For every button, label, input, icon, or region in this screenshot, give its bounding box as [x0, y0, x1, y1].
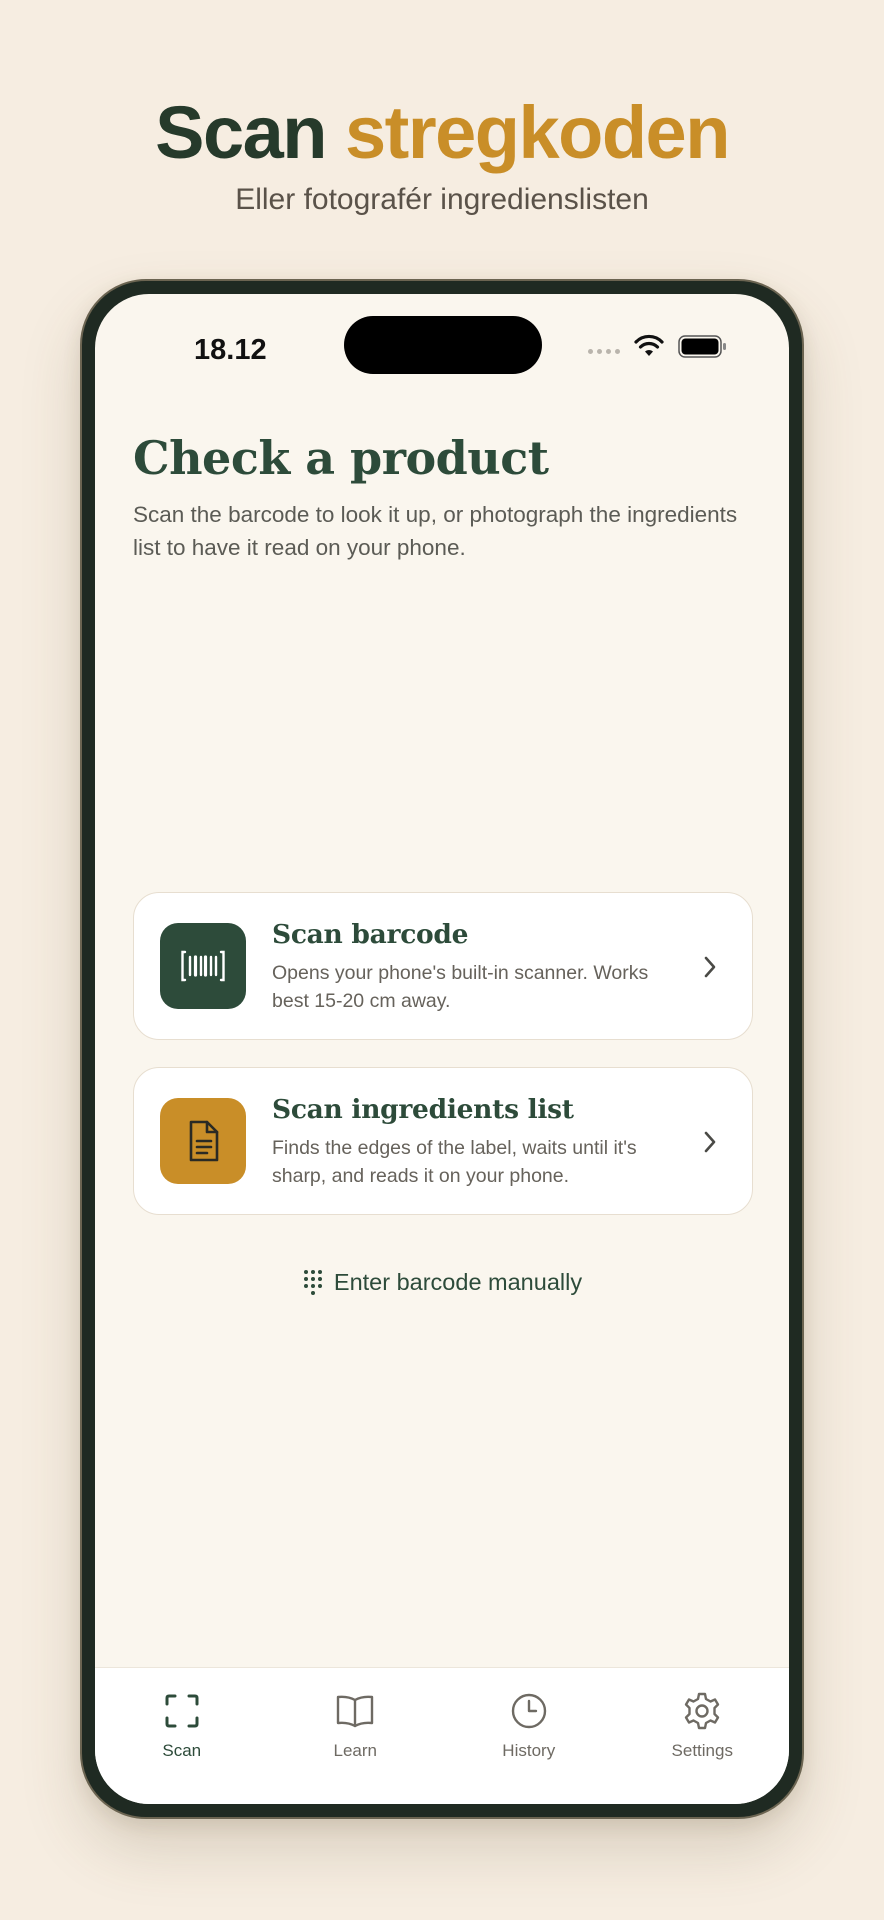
promo-subtitle: Eller fotografér ingredienslisten — [235, 183, 649, 216]
barcode-icon-tile — [160, 923, 246, 1009]
promo-title-word-2: stregkoden — [345, 91, 730, 174]
cellular-signal-icon — [588, 349, 620, 354]
keypad-icon — [303, 1270, 322, 1295]
page-title: Check a product — [133, 431, 549, 485]
tab-label-history: History — [502, 1741, 556, 1760]
tab-learn[interactable]: Learn — [269, 1668, 443, 1804]
book-icon — [337, 1695, 374, 1728]
promo-title: Scan stregkoden — [0, 92, 884, 174]
scan-ingredients-title: Scan ingredients list — [272, 1094, 574, 1125]
barcode-icon — [181, 950, 225, 982]
status-bar: 18.12 — [95, 294, 789, 394]
document-icon-tile — [160, 1098, 246, 1184]
scan-ingredients-card[interactable]: Scan ingredients list Finds the edges of… — [133, 1067, 753, 1215]
page-description: Scan the barcode to look it up, or photo… — [133, 502, 738, 560]
gear-icon — [685, 1692, 720, 1730]
main-content: Check a product Scan the barcode to look… — [133, 430, 753, 564]
scan-barcode-title: Scan barcode — [272, 919, 469, 950]
tab-label-settings: Settings — [671, 1741, 733, 1760]
tab-scan[interactable]: Scan — [95, 1668, 269, 1804]
scan-ingredients-description: Finds the edges of the label, waits unti… — [272, 1137, 637, 1187]
status-time: 18.12 — [194, 334, 267, 366]
clock-icon — [511, 1693, 546, 1729]
promo-title-word-1: Scan — [155, 91, 327, 174]
tab-bar: Scan Learn History Settings — [95, 1667, 789, 1804]
phone-frame: 18.12 Check a product Scan the barcode t… — [80, 279, 804, 1819]
promo-header: Scan stregkoden Eller fotografér ingredi… — [0, 92, 884, 220]
phone-screen: 18.12 Check a product Scan the barcode t… — [95, 294, 789, 1804]
tab-settings[interactable]: Settings — [616, 1668, 790, 1804]
document-icon — [189, 1120, 219, 1162]
battery-icon — [678, 335, 726, 358]
tab-label-learn: Learn — [333, 1741, 377, 1760]
tab-history[interactable]: History — [442, 1668, 616, 1804]
dynamic-island — [344, 316, 542, 374]
enter-barcode-manually-button[interactable]: Enter barcode manually — [95, 1268, 789, 1296]
wifi-icon — [634, 334, 664, 356]
scan-barcode-card[interactable]: Scan barcode Opens your phone's built-in… — [133, 892, 753, 1040]
chevron-right-icon — [704, 956, 716, 978]
scan-barcode-description: Opens your phone's built-in scanner. Wor… — [272, 962, 649, 1012]
scan-icon — [165, 1694, 199, 1728]
tab-label-scan: Scan — [162, 1741, 202, 1760]
chevron-right-icon — [704, 1131, 716, 1153]
enter-barcode-manually-label: Enter barcode manually — [333, 1268, 583, 1295]
